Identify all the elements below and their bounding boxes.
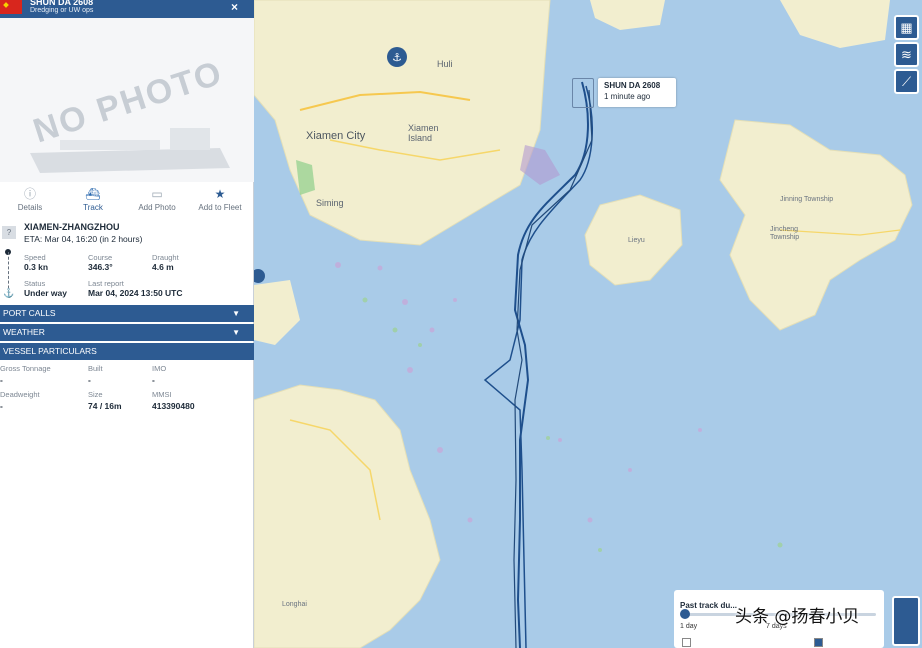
chevron-down-icon: ▼ [232,328,240,337]
svg-text:⚓: ⚓ [392,51,402,64]
vessel-marker[interactable] [572,78,594,108]
speed-field: Speed 0.3 kn [24,253,48,272]
last-report-label: Last report [88,279,124,288]
wind-layer-button[interactable]: ≋ [894,42,919,67]
draught-label: Draught [152,253,179,262]
size-label: Size [88,390,103,399]
flag-icon [0,0,22,14]
panel-vessel-name: SHUN DA 2608 [30,0,94,7]
mmsi-label: MMSI [152,390,172,399]
route-text: XIAMEN-ZHANGZHOU [24,222,120,232]
past-track-slider-knob[interactable] [680,609,690,619]
track-label: Track [83,203,103,212]
vessel-particulars-section[interactable]: VESSEL PARTICULARS [0,343,254,360]
ship-icon: ⛴ [85,187,101,201]
built-label: Built [88,364,103,373]
port-calls-label: PORT CALLS [3,308,56,318]
status-label: Status [24,279,46,288]
draught-field: Draught 4.6 m [152,253,179,272]
deadweight-value: - [0,401,3,411]
status-value: Under way [24,288,67,298]
past-track-title: Past track du... [680,601,737,610]
anchor-icon: ⚓ [3,288,15,298]
built-value: - [88,375,91,385]
size-value: 74 / 16m [88,401,122,411]
gross-tonnage-label: Gross Tonnage [0,364,51,373]
mmsi-value: 413390480 [152,401,195,411]
map-label-xiamen-island: Xiamen Island [408,123,439,143]
map-corner-control[interactable] [892,596,920,646]
speed-label: Speed [24,253,46,262]
built-field: Built - [88,364,103,385]
course-field: Course 346.3° [88,253,113,272]
status-field: Status Under way [24,279,67,298]
chevron-down-icon: ▼ [232,309,240,318]
past-track-min-label: 1 day [680,623,698,630]
route-row: ? XIAMEN-ZHANGZHOU ETA: Mar 04, 16:20 (i… [0,222,254,246]
map-label-jincheng: Jincheng Township [770,226,800,241]
details-button[interactable]: ⓘ Details [0,186,60,212]
map-label-lieyu: Lieyu [628,237,645,244]
map-label-huli: Huli [437,59,453,69]
wind-icon: ≋ [901,46,912,62]
map-label-xiamen-city: Xiamen City [306,130,366,142]
info-icon: ⓘ [23,187,36,201]
last-report-field: Last report Mar 04, 2024 13:50 UTC [88,279,183,298]
ruler-icon: ⟋ [901,73,912,89]
panel-vessel-type: Dredging or UW ops [30,7,94,14]
action-bar: ⓘ Details ⛴ Track ▭ Add Photo ★ Add to F… [0,186,254,216]
camera-icon: ▭ [151,187,163,201]
size-field: Size 74 / 16m [88,390,122,411]
imo-field: IMO - [152,364,166,385]
gross-tonnage-value: - [0,375,3,385]
add-photo-label: Add Photo [138,203,176,212]
draught-value: 4.6 m [152,262,174,272]
add-to-fleet-label: Add to Fleet [198,203,242,212]
port-calls-section[interactable]: PORT CALLS ▼ [0,305,254,322]
panel-header: SHUN DA 2608 Dredging or UW ops × [0,0,254,18]
weather-label: WEATHER [3,327,45,337]
vessel-photo[interactable]: NO PHOTO [0,18,254,182]
map-label-longhai: Longhai [282,601,307,608]
measure-button[interactable]: ⟋ [894,69,919,94]
weather-section[interactable]: WEATHER ▼ [0,324,254,341]
deadweight-label: Deadweight [0,390,40,399]
last-report-value: Mar 04, 2024 13:50 UTC [88,288,183,298]
map-label-siming: Siming [316,198,344,208]
vessel-panel: SHUN DA 2608 Dredging or UW ops × NO PHO… [0,0,254,648]
app-root: ⚓ Huli Xiamen City Xiamen Island Siming … [0,0,922,648]
eta-text: ETA: Mar 04, 16:20 (in 2 hours) [24,234,143,244]
course-label: Course [88,253,113,262]
question-icon[interactable]: ? [2,226,16,239]
course-value: 346.3° [88,262,113,272]
imo-value: - [152,375,155,385]
map-layers-button[interactable]: ▦ [894,15,919,40]
watermark: 头条 @扬春小贝 [735,607,860,627]
speed-value: 0.3 kn [24,262,49,272]
popup-vessel-name: SHUN DA 2608 [604,81,661,90]
add-to-fleet-button[interactable]: ★ Add to Fleet [190,186,250,212]
popup-time: 1 minute ago [604,92,651,101]
map-label-jinning: Jinning Township [780,196,834,203]
gross-tonnage-field: Gross Tonnage - [0,364,51,385]
add-photo-button[interactable]: ▭ Add Photo [127,186,187,212]
mmsi-field: MMSI 413390480 [152,390,195,411]
deadweight-field: Deadweight - [0,390,40,411]
vessel-popup[interactable]: SHUN DA 2608 1 minute ago [598,78,676,107]
imo-label: IMO [152,364,167,373]
star-icon: ★ [214,187,226,201]
past-track-checkbox[interactable] [682,638,691,647]
past-track-checkbox-2[interactable] [814,638,823,647]
details-label: Details [17,203,43,212]
close-icon[interactable]: × [231,0,238,14]
map-icon: ▦ [900,19,913,35]
track-button[interactable]: ⛴ Track [63,186,123,212]
vessel-particulars-label: VESSEL PARTICULARS [3,346,97,356]
